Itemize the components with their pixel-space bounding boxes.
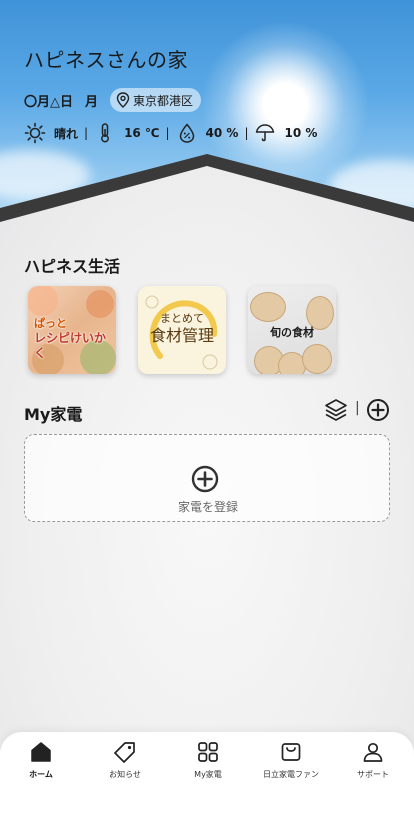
home-icon — [31, 742, 51, 762]
grid-icon — [198, 742, 218, 762]
nav-notices[interactable]: お知らせ — [84, 740, 166, 784]
lotus-root-slice — [302, 344, 332, 374]
weekday-text: 月 — [85, 94, 99, 110]
register-appliance-button[interactable]: 家電を登録 — [24, 434, 390, 522]
toolbar-separator: | — [355, 400, 360, 416]
sun-icon — [24, 122, 46, 144]
nav-home[interactable]: ホーム — [0, 740, 82, 784]
temperature: 16 ℃ — [124, 126, 160, 140]
card-label-line2: レシピけいかく — [34, 331, 107, 360]
humidity: 40 % — [205, 126, 239, 140]
divider: | — [84, 126, 89, 140]
add-appliance-button[interactable] — [366, 398, 390, 422]
nav-label: お知らせ — [109, 770, 141, 779]
layers-button[interactable] — [324, 398, 348, 422]
card-label-line1: ぱっと — [34, 317, 67, 330]
user-icon — [363, 742, 383, 762]
humidity-drop-icon — [176, 122, 198, 144]
weather-condition: 晴れ — [54, 126, 79, 141]
recipe-plan-card[interactable]: ぱっと レシピけいかく — [28, 286, 116, 374]
thermometer-icon — [94, 122, 116, 144]
umbrella-icon — [254, 122, 276, 144]
nav-my-appliances[interactable]: My家電 — [167, 740, 249, 784]
home-title: ハピネスさんの家 — [24, 48, 188, 72]
location-chip[interactable]: 東京都港区 — [110, 88, 202, 112]
my-appliances-title: My家電 — [24, 405, 83, 424]
lotus-root-slice — [250, 292, 286, 322]
nav-hitachi-fan[interactable]: 日立家電ファン — [250, 740, 332, 784]
rain-chance: 10 % — [284, 126, 318, 140]
ingredient-management-card[interactable]: まとめて 食材管理 — [138, 286, 226, 374]
plus-circle-icon — [367, 399, 389, 421]
plus-circle-icon — [191, 465, 219, 493]
nav-support[interactable]: サポート — [332, 740, 414, 784]
card-label-line2: 食材管理 — [149, 326, 214, 345]
map-pin-icon — [116, 92, 130, 108]
weather-row: 晴れ | 16 ℃ | 40 % | 10 % — [24, 122, 317, 144]
happiness-life-title: ハピネス生活 — [24, 257, 121, 276]
seasonal-ingredient-card[interactable]: 旬の食材 — [248, 286, 336, 374]
nav-label: サポート — [357, 770, 389, 779]
divider: | — [244, 126, 249, 140]
bottom-navigation: ホーム お知らせ My家電 日立家電ファン サポート — [0, 732, 414, 814]
nav-label: 日立家電ファン — [263, 770, 319, 779]
register-appliance-label: 家電を登録 — [177, 500, 238, 514]
card-label: ぱっと レシピけいかく — [34, 316, 112, 361]
date-text: 〇月△日 — [24, 94, 73, 110]
layers-icon — [325, 399, 347, 421]
location-text: 東京都港区 — [133, 93, 194, 108]
date-location-row: 〇月△日 月 東京都港区 — [24, 88, 202, 112]
divider: | — [165, 126, 170, 140]
bag-icon — [281, 743, 301, 761]
roof — [0, 154, 414, 222]
tag-icon — [114, 742, 135, 763]
nav-label: ホーム — [29, 770, 53, 779]
card-label: 旬の食材 — [270, 326, 314, 339]
nav-label: My家電 — [194, 770, 222, 779]
